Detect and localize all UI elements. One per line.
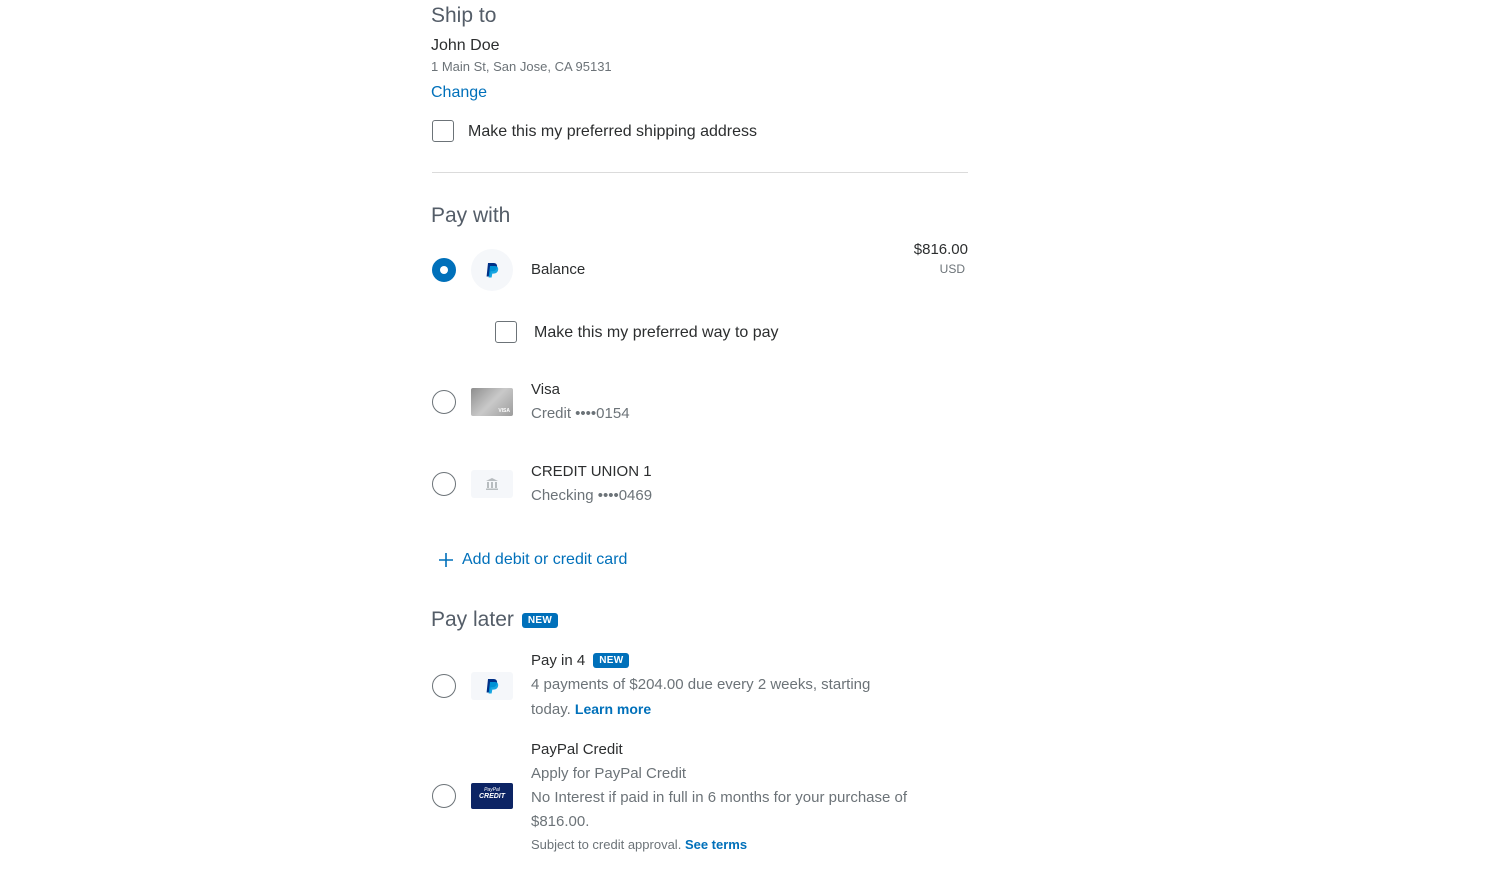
plus-icon: [439, 553, 453, 567]
pay-in-4-desc-line2: today.: [531, 701, 571, 718]
balance-currency: USD: [939, 262, 965, 276]
pay-in-4-desc-line1: 4 payments of $204.00 due every 2 weeks,…: [531, 676, 871, 693]
section-divider: [432, 172, 968, 173]
pay-in-4-new-badge: NEW: [593, 653, 630, 668]
paypal-credit-logo-bottom: CREDIT: [478, 793, 506, 800]
paypal-credit-radio[interactable]: [432, 784, 456, 808]
paypal-credit-footnote: Subject to credit approval.: [531, 837, 682, 852]
preferred-payment-checkbox[interactable]: [495, 321, 517, 343]
preferred-shipping-checkbox[interactable]: [432, 120, 454, 142]
ship-to-heading: Ship to: [431, 4, 497, 27]
visa-title: Visa: [531, 381, 560, 398]
paypal-credit-logo: PayPal CREDIT: [471, 783, 513, 809]
pay-with-heading: Pay with: [431, 204, 511, 227]
paypal-p-icon: [486, 679, 499, 694]
balance-radio[interactable]: [432, 258, 456, 282]
add-card-button[interactable]: Add debit or credit card: [438, 551, 627, 569]
paypal-p-icon: [486, 263, 499, 278]
preferred-payment-label: Make this my preferred way to pay: [534, 324, 779, 341]
pay-later-new-badge: NEW: [521, 612, 559, 628]
preferred-shipping-label: Make this my preferred shipping address: [468, 123, 758, 140]
paypal-credit-title: PayPal Credit: [531, 741, 623, 758]
balance-label: Balance: [531, 261, 586, 278]
pay-in-4-desc-line2-row: today. Learn more: [531, 701, 651, 718]
bank-radio[interactable]: [432, 472, 456, 496]
see-terms-link[interactable]: See terms: [685, 837, 747, 852]
pay-later-header: Pay later NEW: [431, 608, 559, 632]
paypal-balance-logo: [471, 249, 513, 291]
pay-in-4-title: Pay in 4: [531, 652, 586, 669]
visa-subtitle: Credit ••••0154: [531, 405, 630, 422]
bank-subtitle: Checking ••••0469: [531, 487, 653, 504]
balance-amount: $816.00: [913, 241, 968, 258]
pay-in-4-radio[interactable]: [432, 674, 456, 698]
learn-more-link[interactable]: Learn more: [575, 701, 651, 717]
pay-later-heading: Pay later: [431, 608, 514, 631]
pay-in-4-title-row: Pay in 4 NEW: [531, 652, 630, 669]
bank-title: CREDIT UNION 1: [531, 463, 652, 480]
pay-in-4-logo: [471, 672, 513, 700]
paypal-credit-footnote-row: Subject to credit approval. See terms: [531, 837, 747, 852]
paypal-credit-subtitle: Apply for PayPal Credit: [531, 765, 687, 782]
bank-logo: [471, 470, 513, 498]
ship-to-address: 1 Main St, San Jose, CA 95131: [431, 59, 612, 74]
paypal-credit-desc-line2: $816.00.: [531, 813, 590, 830]
paypal-credit-desc-line1: No Interest if paid in full in 6 months …: [531, 789, 908, 806]
change-address-link[interactable]: Change: [431, 84, 487, 102]
visa-card-image: VISA: [471, 388, 513, 416]
visa-radio[interactable]: [432, 390, 456, 414]
add-card-label: Add debit or credit card: [462, 551, 628, 568]
ship-to-name: John Doe: [431, 37, 500, 54]
bank-icon: [486, 478, 498, 490]
